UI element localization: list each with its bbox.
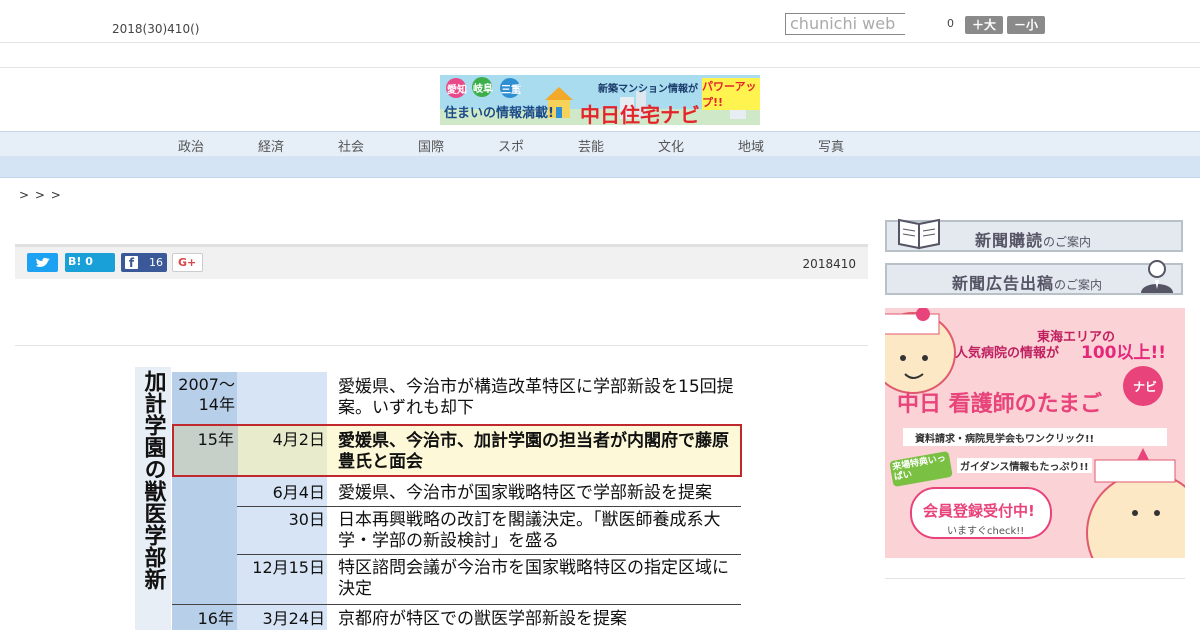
nurse-ad-line3: 資料請求・病院見学会もワンクリック!! <box>915 434 1095 445</box>
breadcrumb[interactable]: > > > <box>19 188 62 202</box>
nurse-ad-line2-em: 100以上!! <box>1081 343 1166 363</box>
timeline-year: 15年 <box>197 430 234 449</box>
facebook-icon: f <box>125 256 138 270</box>
header-divider <box>0 67 1200 68</box>
main-nav: 政治 経済 社会 国際 スポ 芸能 文化 地域 写真 <box>0 131 1200 157</box>
timeline-year: 2007〜 14年 <box>178 375 235 414</box>
timeline-event: 京都府が特区での獣医学部新設を提案 <box>338 609 627 629</box>
timeline-date: 6月4日 <box>272 483 325 502</box>
font-size-small-button[interactable]: －小 <box>1007 16 1045 34</box>
facebook-share-button[interactable]: f 16 <box>121 253 167 272</box>
google-plus-button[interactable]: G+ <box>172 253 203 272</box>
timeline-event: 愛媛県、今治市が国家戦略特区で学部新設を提案 <box>338 483 712 503</box>
nav-item[interactable]: 芸能 <box>578 136 604 155</box>
banner-brand: 中日住宅ナビ <box>580 103 700 125</box>
housing-navi-banner[interactable]: 愛知 岐阜 三重 住まいの情報満載! 新築マンション情報が パワーアップ!! 中… <box>440 75 760 125</box>
timeline-title-text: 加計学園の獣医学部新 <box>140 370 167 590</box>
timeline-event: 愛媛県、今治市、加計学園の担当者が内閣府で藤原豊氏と面会 <box>338 431 729 472</box>
hatena-bookmark-icon: B! 0 <box>68 255 93 268</box>
subscription-main-text: 新聞購読 <box>975 231 1044 250</box>
article-divider <box>15 345 868 346</box>
publish-date: 2018410 <box>802 257 856 271</box>
sub-nav <box>0 156 1200 178</box>
newspaper-subscription-link[interactable]: 新聞購読のご案内 <box>885 218 1183 252</box>
nurse-recruit-ad[interactable]: 東海エリアの 人気病院の情報が 100以上!! 中日 看護師のたまご ナビ 資料… <box>885 308 1185 558</box>
timeline-event: 特区諮問会議が今治市を国家戦略特区の指定区域に決定 <box>338 558 729 599</box>
ad-main-text: 新聞広告出稿 <box>952 274 1055 293</box>
twitter-bird-icon <box>36 257 50 267</box>
timeline-date: 12月15日 <box>252 558 325 577</box>
nav-item[interactable]: 国際 <box>418 136 444 155</box>
nav-item[interactable]: 地域 <box>738 136 764 155</box>
font-size-large-button[interactable]: ＋大 <box>965 16 1003 34</box>
nav-item[interactable]: 文化 <box>658 136 684 155</box>
ad-sub-text: のご案内 <box>1054 278 1103 292</box>
banner-pref2: 岐阜 <box>473 84 493 95</box>
nav-item[interactable]: スポ <box>498 136 524 155</box>
banner-power-up: パワーアップ!! <box>702 78 760 110</box>
timeline-date: 30日 <box>288 510 325 529</box>
nurse-ad-cta: 会員登録受付中! <box>923 502 1035 520</box>
header-date: 2018(30)410() <box>112 22 200 36</box>
row-divider <box>237 506 741 507</box>
facebook-count: 16 <box>149 256 163 269</box>
timeline-event: 愛媛県、今治市が構造改革特区に学部新設を15回提案。いずれも却下 <box>338 377 734 418</box>
subscription-label: 新聞購読のご案内 <box>975 227 1091 251</box>
timeline-graphic: 加計学園の獣医学部新 2007〜 14年 愛媛県、今治市が構造改革特区に学部新設… <box>135 367 749 630</box>
nav-item[interactable]: 経済 <box>258 136 284 155</box>
banner-pref1: 愛知 <box>447 85 467 96</box>
timeline-date: 3月24日 <box>262 609 325 628</box>
row-divider <box>172 604 741 605</box>
share-bar: B! 0 f 16 G+ 2018410 <box>15 244 868 279</box>
sidebar-divider <box>885 578 1185 579</box>
nav-item[interactable]: 政治 <box>178 136 204 155</box>
banner-tagline: 住まいの情報満載! <box>444 106 554 121</box>
nurse-ad-cta-sub: いますぐcheck!! <box>947 526 1025 537</box>
nurse-ad-title: 中日 看護師のたまご <box>897 392 1102 417</box>
businessman-icon <box>1141 260 1173 293</box>
google-plus-icon: G+ <box>178 256 197 269</box>
nav-item[interactable]: 写真 <box>818 136 844 155</box>
subscription-sub-text: のご案内 <box>1043 235 1092 249</box>
book-icon <box>898 218 940 250</box>
ad-label: 新聞広告出稿のご案内 <box>952 270 1102 294</box>
newspaper-ad-link[interactable]: 新聞広告出稿のご案内 <box>885 260 1183 295</box>
row-divider <box>237 554 741 555</box>
banner-top-line: 新築マンション情報が <box>598 84 698 95</box>
nurse-ad-navi: ナビ <box>1133 380 1158 394</box>
site-search-input[interactable]: chunichi web <box>785 13 905 35</box>
nurse-ad-line4: ガイダンス情報もたっぷり!! <box>957 458 1092 473</box>
timeline-title: 加計学園の獣医学部新 <box>135 367 171 630</box>
twitter-share-button[interactable] <box>27 253 58 272</box>
banner-pref3: 三重 <box>501 85 521 96</box>
timeline-year: 16年 <box>197 609 234 628</box>
nurse-ad-line2: 人気病院の情報が <box>955 346 1060 361</box>
counter-value: 0 <box>947 17 954 30</box>
timeline-event: 日本再興戦略の改訂を閣議決定。「獣医師養成系大学・学部の新設検討」を盛る <box>338 510 721 551</box>
nav-item[interactable]: 社会 <box>338 136 364 155</box>
header-divider <box>0 42 1200 43</box>
hatena-bookmark-button[interactable]: B! 0 <box>65 253 115 272</box>
timeline-date: 4月2日 <box>272 430 325 449</box>
